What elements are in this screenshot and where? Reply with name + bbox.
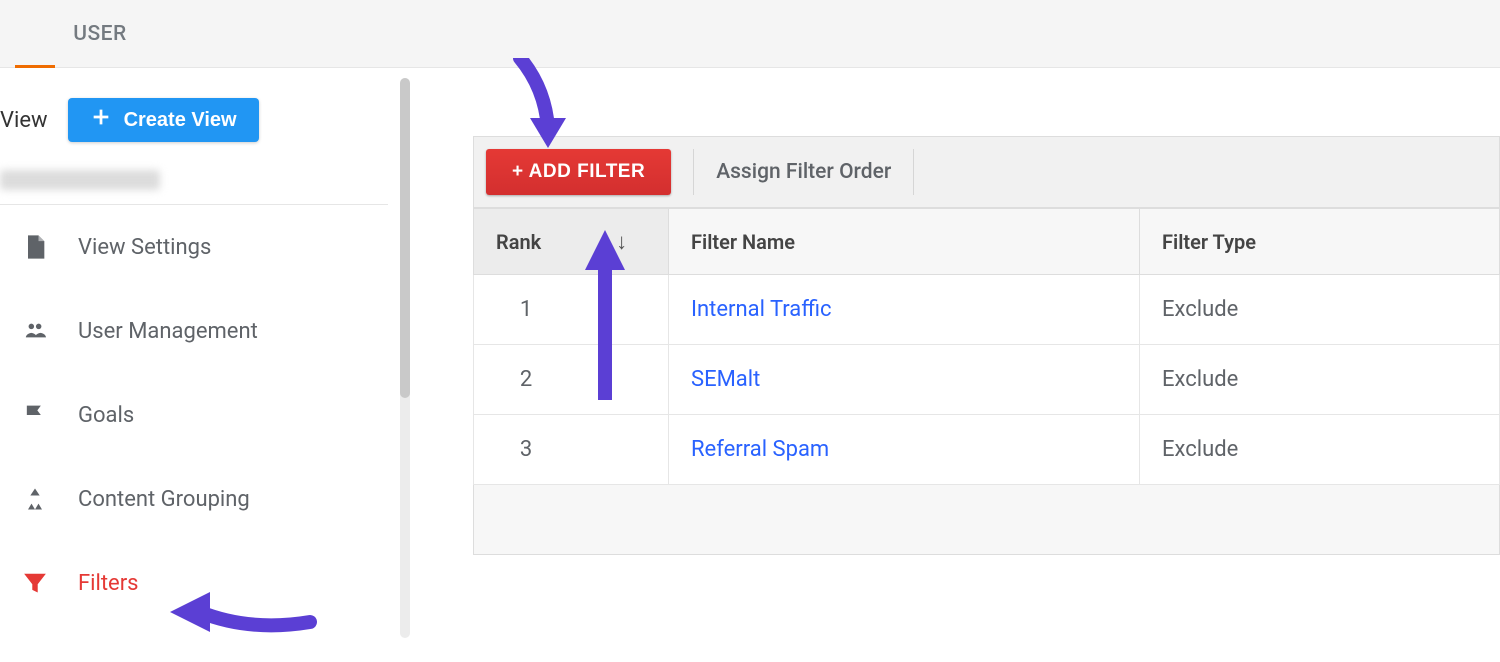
top-tab-bar: USER bbox=[0, 0, 1500, 68]
sidebar-item-label: Content Grouping bbox=[78, 487, 250, 512]
view-label: View bbox=[0, 108, 48, 133]
cell-filter-name: Internal Traffic bbox=[669, 275, 1140, 345]
cell-rank: 3 bbox=[474, 415, 669, 485]
funnel-icon bbox=[18, 570, 52, 596]
sidebar-item-label: User Management bbox=[78, 319, 258, 344]
cell-filter-type: Exclude bbox=[1140, 415, 1500, 485]
table-footer-cell bbox=[474, 485, 1500, 555]
side-nav: View Settings User Management Goals Cont… bbox=[0, 205, 388, 625]
sidebar-item-user-management[interactable]: User Management bbox=[0, 289, 388, 373]
assign-filter-order-label: Assign Filter Order bbox=[716, 160, 891, 184]
toolbar-divider bbox=[693, 149, 694, 195]
tab-user[interactable]: USER bbox=[0, 22, 200, 46]
table-row: 2 SEMalt Exclude bbox=[474, 345, 1500, 415]
sidebar-item-content-grouping[interactable]: Content Grouping bbox=[0, 457, 388, 541]
view-header: View Create View bbox=[0, 68, 388, 158]
sidebar-item-label: Goals bbox=[78, 403, 134, 428]
column-header-rank[interactable]: Rank ↓ bbox=[474, 209, 669, 275]
column-header-filter-type-label: Filter Type bbox=[1162, 230, 1256, 254]
scrollbar[interactable] bbox=[400, 78, 410, 638]
table-row: 3 Referral Spam Exclude bbox=[474, 415, 1500, 485]
filter-link[interactable]: Internal Traffic bbox=[691, 297, 832, 322]
sidebar-item-view-settings[interactable]: View Settings bbox=[0, 205, 388, 289]
grouping-icon bbox=[18, 485, 52, 513]
users-icon bbox=[18, 320, 52, 342]
assign-filter-order-link[interactable]: Assign Filter Order bbox=[716, 149, 914, 195]
redacted-text bbox=[0, 170, 160, 190]
create-view-button-label: Create View bbox=[124, 109, 237, 132]
sidebar-item-label: Filters bbox=[78, 571, 139, 596]
cell-filter-name: SEMalt bbox=[669, 345, 1140, 415]
column-header-filter-name[interactable]: Filter Name bbox=[669, 209, 1140, 275]
filter-link[interactable]: SEMalt bbox=[691, 367, 760, 392]
sidebar: View Create View View Settings Us bbox=[0, 68, 388, 662]
add-filter-button[interactable]: + ADD FILTER bbox=[486, 149, 671, 195]
cell-filter-name: Referral Spam bbox=[669, 415, 1140, 485]
table-footer-row bbox=[474, 485, 1500, 555]
filter-link[interactable]: Referral Spam bbox=[691, 437, 829, 462]
cell-rank: 1 bbox=[474, 275, 669, 345]
filters-table: Rank ↓ Filter Name Filter Type 1 Interna… bbox=[473, 208, 1500, 555]
filters-toolbar: + ADD FILTER Assign Filter Order bbox=[473, 136, 1500, 208]
column-header-rank-label: Rank bbox=[496, 230, 541, 254]
add-filter-button-label: + ADD FILTER bbox=[512, 161, 645, 182]
table-row: 1 Internal Traffic Exclude bbox=[474, 275, 1500, 345]
sidebar-item-goals[interactable]: Goals bbox=[0, 373, 388, 457]
column-header-filter-name-label: Filter Name bbox=[691, 230, 795, 254]
content: + ADD FILTER Assign Filter Order Rank ↓ … bbox=[388, 68, 1500, 662]
cell-rank: 2 bbox=[474, 345, 669, 415]
sort-arrow-icon: ↓ bbox=[616, 229, 627, 255]
page-icon bbox=[18, 233, 52, 261]
create-view-button[interactable]: Create View bbox=[68, 98, 259, 142]
column-header-filter-type[interactable]: Filter Type bbox=[1140, 209, 1500, 275]
table-header-row: Rank ↓ Filter Name Filter Type bbox=[474, 209, 1500, 275]
sidebar-item-label: View Settings bbox=[78, 235, 211, 260]
sidebar-item-filters[interactable]: Filters bbox=[0, 541, 388, 625]
tab-user-label: USER bbox=[73, 22, 127, 46]
flag-icon bbox=[18, 401, 52, 429]
cell-filter-type: Exclude bbox=[1140, 345, 1500, 415]
plus-icon bbox=[90, 106, 112, 134]
cell-filter-type: Exclude bbox=[1140, 275, 1500, 345]
scrollbar-thumb[interactable] bbox=[400, 78, 410, 398]
